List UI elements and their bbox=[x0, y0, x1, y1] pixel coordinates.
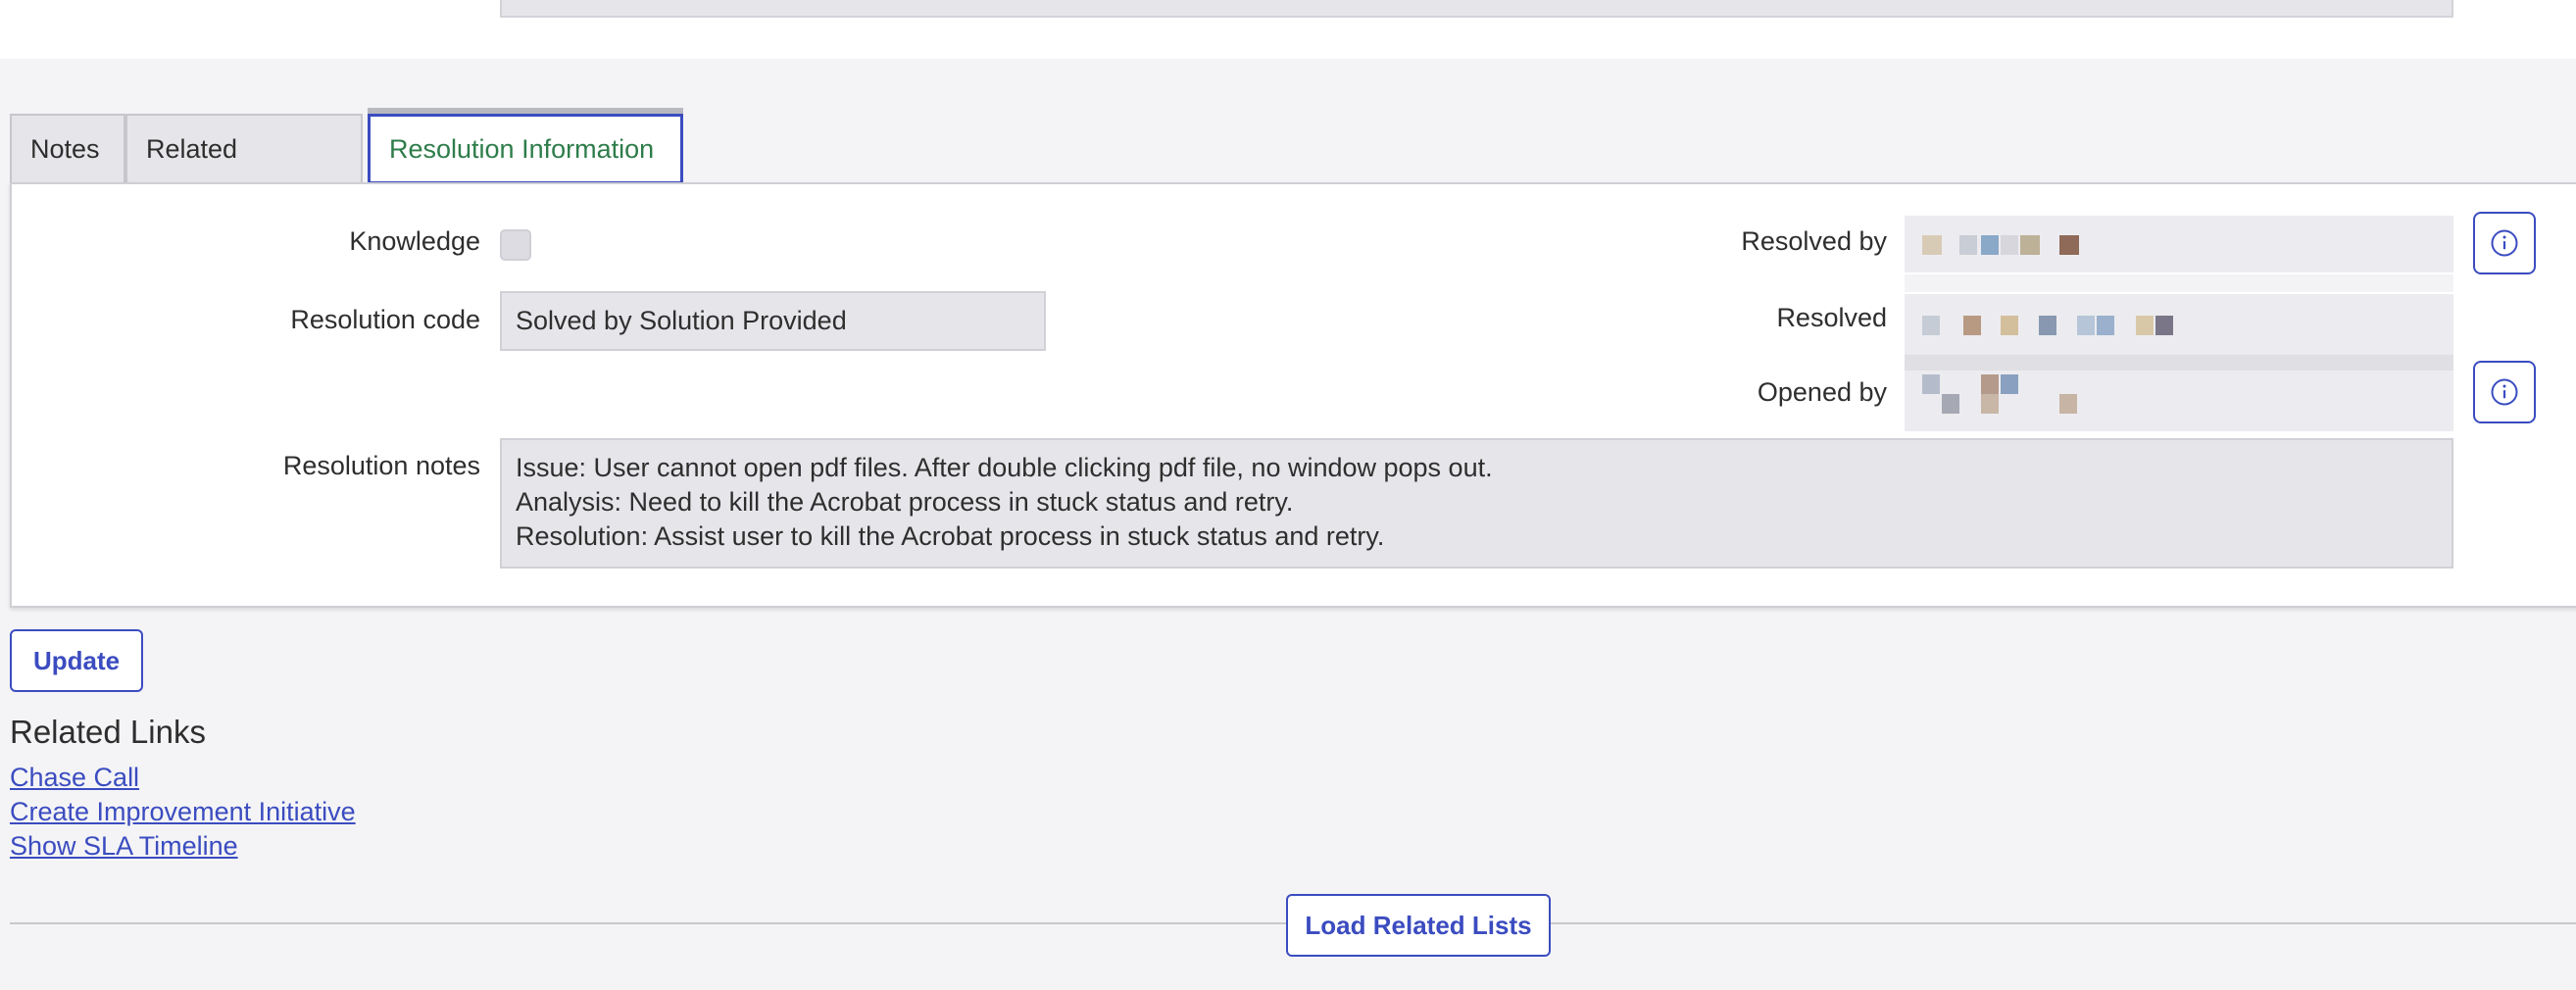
opened-by-label: Opened by bbox=[1757, 377, 1887, 407]
resolution-notes-label: Resolution notes bbox=[282, 451, 480, 480]
tab-resolution-information[interactable]: Resolution Information bbox=[368, 114, 683, 184]
resolved-field[interactable] bbox=[1905, 294, 2453, 355]
knowledge-label: Knowledge bbox=[349, 226, 480, 256]
resolution-notes-line: Analysis: Need to kill the Acrobat proce… bbox=[516, 487, 1294, 517]
divider-right bbox=[1551, 922, 2576, 924]
link-show-sla-timeline[interactable]: Show SLA Timeline bbox=[10, 831, 238, 862]
resolved-by-info-button[interactable] bbox=[2473, 212, 2536, 274]
update-button[interactable]: Update bbox=[10, 629, 143, 692]
knowledge-checkbox[interactable] bbox=[500, 229, 531, 261]
resolved-by-label: Resolved by bbox=[1741, 226, 1887, 256]
previous-field-bottom bbox=[500, 0, 2453, 18]
resolved-label: Resolved bbox=[1776, 303, 1887, 332]
form-tabs: Notes Related Records Resolution Informa… bbox=[10, 114, 683, 231]
info-circle-icon bbox=[2491, 378, 2518, 406]
opened-by-field[interactable] bbox=[1905, 371, 2453, 431]
related-links-title: Related Links bbox=[10, 714, 206, 750]
tab-related-records[interactable]: Related Records bbox=[125, 114, 363, 231]
redacted-strip bbox=[1905, 274, 2453, 292]
load-related-lists-button[interactable]: Load Related Lists bbox=[1286, 894, 1551, 957]
info-circle-icon bbox=[2491, 229, 2518, 257]
resolution-notes-line: Issue: User cannot open pdf files. After… bbox=[516, 453, 1493, 482]
divider-left bbox=[10, 922, 1286, 924]
link-create-improvement-initiative[interactable]: Create Improvement Initiative bbox=[10, 797, 356, 827]
resolved-by-field[interactable] bbox=[1905, 216, 2453, 272]
resolution-code-field[interactable]: Solved by Solution Provided bbox=[500, 291, 1046, 351]
tab-notes[interactable]: Notes bbox=[10, 114, 125, 183]
link-chase-call[interactable]: Chase Call bbox=[10, 763, 139, 793]
resolution-code-label: Resolution code bbox=[290, 305, 480, 334]
opened-by-info-button[interactable] bbox=[2473, 361, 2536, 423]
resolution-notes-field[interactable]: Issue: User cannot open pdf files. After… bbox=[500, 438, 2453, 569]
resolution-notes-line: Resolution: Assist user to kill the Acro… bbox=[516, 521, 1385, 551]
